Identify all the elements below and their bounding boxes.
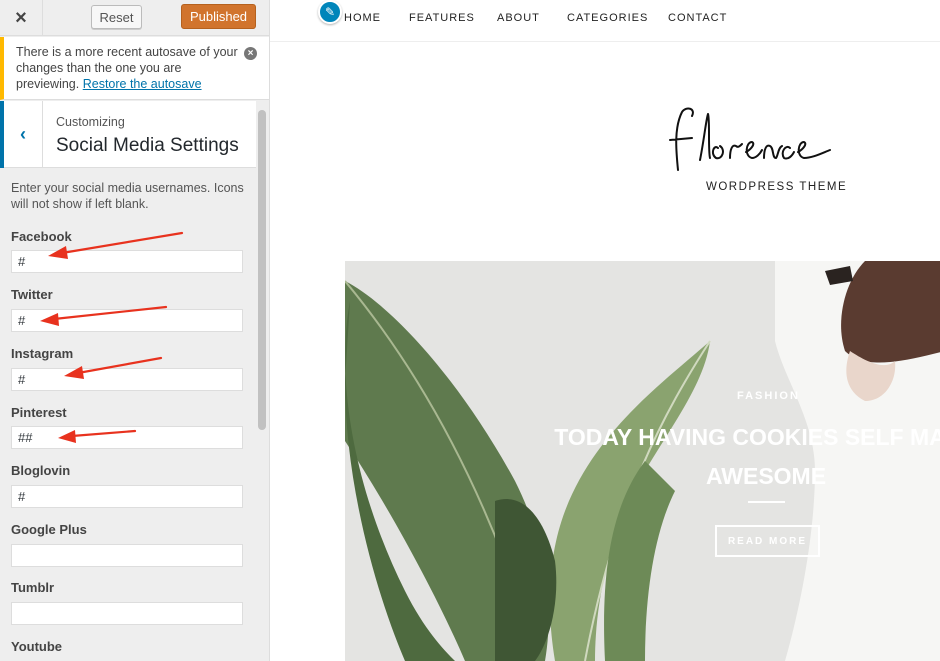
section-description: Enter your social media usernames. Icons… <box>11 181 244 211</box>
publish-button[interactable]: Published <box>181 4 256 29</box>
florence-logo[interactable] <box>660 100 880 190</box>
customizer-header: × Reset Published <box>0 0 269 36</box>
dismiss-icon[interactable]: × <box>244 47 257 60</box>
tumblr-input[interactable] <box>11 602 243 625</box>
instagram-label: Instagram <box>11 346 74 361</box>
facebook-label: Facebook <box>11 229 72 244</box>
youtube-label: Youtube <box>11 639 63 654</box>
bloglovin-input[interactable] <box>11 485 243 508</box>
autosave-notice: There is a more recent autosave of your … <box>0 37 269 100</box>
back-chevron-icon[interactable]: ‹ <box>0 101 43 168</box>
twitter-label: Twitter <box>11 287 53 302</box>
facebook-input[interactable] <box>11 250 243 273</box>
hero-category[interactable]: FASHION <box>737 390 800 402</box>
section-title: Social Media Settings <box>56 135 239 156</box>
pinterest-input[interactable] <box>11 426 243 449</box>
reset-button[interactable]: Reset <box>91 5 142 29</box>
close-icon[interactable]: × <box>0 0 43 36</box>
pinterest-label: Pinterest <box>11 405 67 420</box>
logo-subtitle: WORDPRESS THEME <box>706 181 848 193</box>
nav-item-home[interactable]: HOME <box>344 12 381 24</box>
edit-pencil-icon[interactable]: ✎ <box>318 0 342 24</box>
hero-slide: FASHION TODAY HAVING COOKIES SELF MADE A… <box>345 261 940 661</box>
nav-item-features[interactable]: FEATURES <box>409 12 475 24</box>
site-preview: ✎ HOME FEATURES ABOUT CATEGORIES CONTACT… <box>270 0 940 661</box>
nav-item-about[interactable]: ABOUT <box>497 12 540 24</box>
read-more-button[interactable]: READ MORE <box>715 525 820 557</box>
main-navigation: ✎ HOME FEATURES ABOUT CATEGORIES CONTACT <box>270 0 940 42</box>
section-header: ‹ Customizing Social Media Settings <box>0 101 256 168</box>
scrollbar-thumb[interactable] <box>258 110 266 430</box>
bloglovin-label: Bloglovin <box>11 463 71 478</box>
customizer-sidebar: × Reset Published There is a more recent… <box>0 0 270 661</box>
instagram-input[interactable] <box>11 368 243 391</box>
hero-title[interactable]: TODAY HAVING COOKIES SELF MADE AWESOME <box>531 418 940 496</box>
hero-title-line-2: AWESOME <box>705 463 827 489</box>
twitter-input[interactable] <box>11 309 243 332</box>
restore-autosave-link[interactable]: Restore the autosave <box>83 77 202 91</box>
nav-item-categories[interactable]: CATEGORIES <box>567 12 648 24</box>
hero-title-line-1: TODAY HAVING COOKIES SELF MADE <box>554 424 940 450</box>
section-subtitle: Customizing <box>56 115 125 129</box>
google-plus-input[interactable] <box>11 544 243 567</box>
hero-divider <box>748 501 785 503</box>
google-plus-label: Google Plus <box>11 522 87 537</box>
nav-item-contact[interactable]: CONTACT <box>668 12 727 24</box>
tumblr-label: Tumblr <box>11 580 55 595</box>
